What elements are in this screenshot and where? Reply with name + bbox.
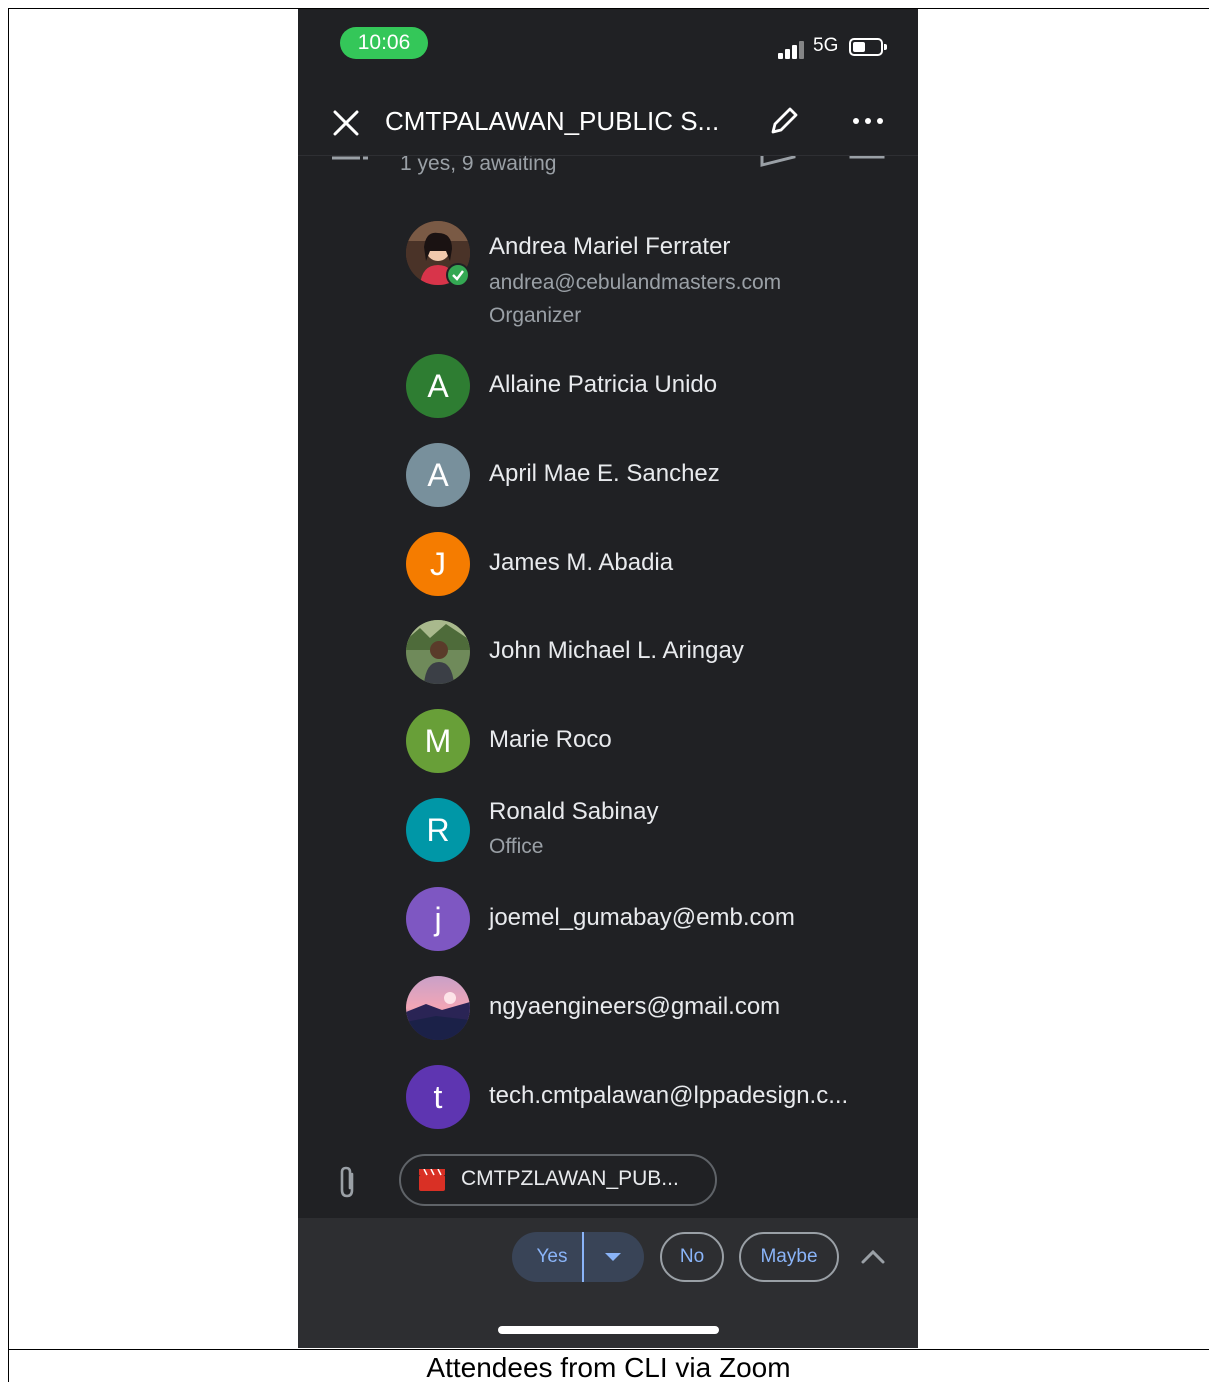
no-button[interactable]: No xyxy=(660,1232,724,1282)
avatar xyxy=(406,976,470,1040)
avatar: t xyxy=(406,1065,470,1129)
close-icon xyxy=(333,110,359,136)
more-horizontal-icon xyxy=(853,118,883,124)
edit-button[interactable] xyxy=(764,101,804,141)
attendee-name: tech.cmtpalawan@lppadesign.c... xyxy=(489,1082,849,1109)
attendee-name: James M. Abadia xyxy=(489,549,674,576)
battery-icon xyxy=(849,38,887,56)
avatar: M xyxy=(406,709,470,773)
close-button[interactable] xyxy=(326,103,366,143)
attendee-detail: Office xyxy=(489,835,544,858)
attendee-row[interactable]: A Allaine Patricia Unido xyxy=(298,354,918,418)
attendee-name: Marie Roco xyxy=(489,726,612,753)
app-bar: CMTPALAWAN_PUBLIC S... xyxy=(298,87,918,155)
phone-screenshot: 10:06 5G CMTPALAWAN_PUBLIC S... 1 yes, 9… xyxy=(298,9,918,1348)
attachment-chip[interactable]: CMTPZLAWAN_PUB... xyxy=(399,1154,717,1206)
attendee-name: Allaine Patricia Unido xyxy=(489,371,718,398)
profile-photo xyxy=(406,620,470,684)
avatar: R xyxy=(406,798,470,862)
expand-button[interactable] xyxy=(858,1243,888,1269)
status-bar: 10:06 5G xyxy=(298,9,918,79)
avatar: J xyxy=(406,532,470,596)
pencil-icon xyxy=(771,107,798,134)
yes-options-dropdown[interactable] xyxy=(598,1249,628,1265)
avatar xyxy=(406,620,470,684)
attendee-row[interactable]: t tech.cmtpalawan@lppadesign.c... xyxy=(298,1065,918,1129)
profile-photo xyxy=(406,976,470,1040)
attachment-icon xyxy=(334,1164,362,1200)
attendee-row[interactable]: j joemel_gumabay@emb.com xyxy=(298,887,918,951)
attendee-row[interactable]: J James M. Abadia xyxy=(298,532,918,596)
attendee-name: joemel_gumabay@emb.com xyxy=(489,904,795,931)
attendee-name: April Mae E. Sanchez xyxy=(489,460,720,487)
yes-button-group[interactable]: Yes xyxy=(512,1232,644,1282)
attendee-name: John Michael L. Aringay xyxy=(489,637,744,664)
status-time: 10:06 xyxy=(340,27,428,59)
yes-divider xyxy=(582,1232,584,1282)
attendee-role: Organizer xyxy=(489,304,582,327)
attendee-name: Ronald Sabinay xyxy=(489,798,659,825)
attachment-label: CMTPZLAWAN_PUB... xyxy=(461,1167,679,1190)
yes-button[interactable]: Yes xyxy=(512,1232,592,1282)
attendee-row[interactable]: ngyaengineers@gmail.com xyxy=(298,976,918,1040)
attendee-email: andrea@cebulandmasters.com xyxy=(489,271,782,294)
event-title: CMTPALAWAN_PUBLIC S... xyxy=(385,106,720,136)
caret-down-icon xyxy=(605,1253,621,1261)
home-indicator[interactable] xyxy=(498,1326,719,1334)
avatar: j xyxy=(406,887,470,951)
avatar: A xyxy=(406,354,470,418)
avatar: A xyxy=(406,443,470,507)
attendee-name: ngyaengineers@gmail.com xyxy=(489,993,781,1020)
chevron-up-icon xyxy=(861,1249,885,1264)
attendee-row[interactable]: A April Mae E. Sanchez xyxy=(298,443,918,507)
figure-caption: Attendees from CLI via Zoom xyxy=(426,1352,791,1383)
attendee-name: Andrea Mariel Ferrater xyxy=(489,233,731,260)
video-clapper-icon xyxy=(419,1168,445,1191)
signal-icon xyxy=(778,41,806,59)
accepted-check-icon xyxy=(446,263,470,287)
network-type: 5G xyxy=(813,35,839,56)
attendee-row[interactable]: M Marie Roco xyxy=(298,709,918,773)
attendee-row[interactable]: Andrea Mariel Ferrater andrea@cebulandma… xyxy=(298,219,918,329)
maybe-button[interactable]: Maybe xyxy=(739,1232,839,1282)
attendee-row[interactable]: John Michael L. Aringay xyxy=(298,620,918,684)
attendee-row[interactable]: R Ronald Sabinay Office xyxy=(298,798,918,862)
more-options-button[interactable] xyxy=(848,101,888,141)
